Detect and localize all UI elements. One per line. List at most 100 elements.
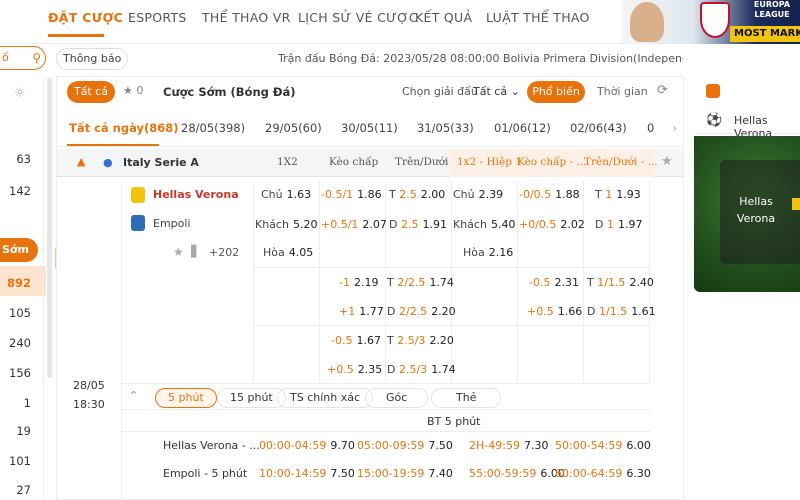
odds-away-handicap-h1[interactable]: +0/0.5 2.02 <box>519 218 585 231</box>
league-header[interactable]: ▲ ● Italy Serie A 1X2 Kèo chấp Trên/Dưới… <box>57 149 683 177</box>
odds-alt-handicap[interactable]: +1 1.77 <box>339 305 384 318</box>
odds-home-1x2-h1[interactable]: Chủ 2.39 <box>453 188 503 201</box>
sport-count-selected[interactable]: 892 <box>7 276 31 290</box>
grid-line <box>319 181 320 383</box>
preview-header <box>694 80 800 102</box>
sport-count[interactable]: 1 <box>24 396 31 410</box>
odds-draw-1x2[interactable]: Hòa 4.05 <box>263 246 313 259</box>
refresh-icon[interactable]: ⟳ <box>657 83 668 98</box>
odds-alt-handicap-h1[interactable]: -0.5 2.31 <box>529 276 579 289</box>
match-preview-panel: ⚽ Hellas Verona Hellas Verona <box>694 76 800 500</box>
odds-label: +1 <box>339 305 356 318</box>
odds-away-1x2-h1[interactable]: Khách 5.40 <box>453 218 515 231</box>
odds-line: 1 <box>606 218 614 231</box>
preview-match-row[interactable]: ⚽ Hellas Verona <box>694 108 800 140</box>
sort-time-button[interactable]: Thời gian <box>597 85 648 98</box>
odds-alt-over[interactable]: T 2/2.5 1.74 <box>387 276 454 289</box>
five-min-row-name: Hellas Verona - ... <box>163 439 260 452</box>
settings-gear-icon[interactable]: ☼ <box>14 86 26 101</box>
odds-home-handicap[interactable]: -0.5/1 1.86 <box>321 188 382 201</box>
nav-lich-su-ve-cuoc[interactable]: LỊCH SỬ VÉ CƯỢC <box>298 10 418 25</box>
date-tab[interactable]: 0 <box>647 121 654 135</box>
odds-alt-over[interactable]: T 2.5/3 2.20 <box>387 334 454 347</box>
nav-the-thao-vr[interactable]: THỂ THAO VR <box>202 10 291 25</box>
notice-label[interactable]: Thông báo <box>56 48 129 70</box>
league-select[interactable]: Tất cả ⌄ <box>473 85 520 98</box>
filter-bar: Tất cả ★ 0 Cược Sớm (Bóng Đá) Chọn giải … <box>57 77 683 107</box>
five-min-odds[interactable]: 55:00-59:59 6.00 <box>469 467 565 480</box>
nav-esports[interactable]: ESPORTS <box>128 10 187 25</box>
date-tab[interactable]: 01/06(12) <box>494 121 551 135</box>
filter-all-button[interactable]: Tất cả <box>67 81 115 103</box>
search-input[interactable]: ố ⚲ <box>0 46 46 70</box>
home-team-name[interactable]: Hellas Verona <box>153 188 239 201</box>
promo-banner[interactable]: EUROPA LEAGUE MOST MARK <box>622 0 800 44</box>
sport-count[interactable]: 105 <box>9 306 31 320</box>
odds-home-1x2[interactable]: Chủ 1.63 <box>261 188 311 201</box>
subtab-15-phut[interactable]: 15 phút <box>217 388 286 408</box>
sport-count[interactable]: 101 <box>9 454 31 468</box>
favorite-star-icon[interactable]: ★ <box>173 245 184 259</box>
sport-count[interactable]: 142 <box>9 184 31 198</box>
date-tab[interactable]: 31/05(33) <box>417 121 474 135</box>
date-tab-all[interactable]: Tất cả ngày(868) <box>69 121 179 135</box>
odds-value: 9.70 <box>330 439 355 452</box>
odds-away-handicap[interactable]: +0.5/1 2.07 <box>321 218 387 231</box>
search-icon[interactable]: ⚲ <box>32 51 41 65</box>
odds-over[interactable]: T 2.5 2.00 <box>389 188 445 201</box>
away-team-name[interactable]: Empoli <box>153 217 191 230</box>
nav-ket-qua[interactable]: KẾT QUẢ <box>415 10 472 25</box>
five-min-odds[interactable]: 2H-49:59 7.30 <box>469 439 548 452</box>
favorite-star-icon[interactable]: ★ <box>661 154 673 169</box>
five-min-odds[interactable]: 00:00-04:59 9.70 <box>259 439 355 452</box>
nav-luat-the-thao[interactable]: LUẬT THỂ THAO <box>486 10 590 25</box>
early-tab[interactable]: Sớm <box>0 238 38 262</box>
sport-count[interactable]: 240 <box>9 336 31 350</box>
grid-line <box>583 181 584 383</box>
odds-under[interactable]: D 2.5 1.91 <box>389 218 447 231</box>
date-tab[interactable]: 28/05(398) <box>181 121 245 135</box>
sport-count[interactable]: 156 <box>9 366 31 380</box>
odds-alt-under-h1[interactable]: D 1/1.5 1.61 <box>587 305 656 318</box>
odds-alt-under[interactable]: D 2.5/3 1.74 <box>387 363 456 376</box>
odds-home-handicap-h1[interactable]: -0/0.5 1.88 <box>519 188 580 201</box>
odds-alt-over-h1[interactable]: T 1/1.5 2.40 <box>587 276 654 289</box>
league-select-label[interactable]: Chọn giải đấu <box>402 85 478 98</box>
odds-under-h1[interactable]: D 1 1.97 <box>595 218 642 231</box>
odds-panel: Tất cả ★ 0 Cược Sớm (Bóng Đá) Chọn giải … <box>56 76 684 500</box>
left-scrollbar[interactable] <box>47 78 52 378</box>
chevron-up-icon[interactable]: ▲ <box>77 155 85 168</box>
five-min-odds[interactable]: 10:00-14:59 7.50 <box>259 467 355 480</box>
date-tab[interactable]: 30/05(11) <box>341 121 398 135</box>
odds-alt-handicap[interactable]: -1 2.19 <box>339 276 378 289</box>
chevron-right-icon[interactable]: › <box>672 121 677 135</box>
subtab-5-phut[interactable]: 5 phút <box>155 388 217 408</box>
chevron-up-icon[interactable]: ⌃ <box>129 389 138 402</box>
tv-icon[interactable] <box>706 84 720 98</box>
odds-alt-handicap[interactable]: -0.5 1.67 <box>331 334 381 347</box>
date-tab[interactable]: 02/06(43) <box>570 121 627 135</box>
sport-count[interactable]: 19 <box>16 424 31 438</box>
odds-over-h1[interactable]: T 1 1.93 <box>595 188 641 201</box>
five-min-odds[interactable]: 50:00-54:59 6.00 <box>555 439 651 452</box>
favorites-count[interactable]: ★ 0 <box>123 84 143 97</box>
odds-value: 5.20 <box>292 218 318 231</box>
nav-dat-cuoc[interactable]: ĐẶT CƯỢC <box>48 10 123 25</box>
odds-alt-handicap[interactable]: +0.5 2.35 <box>327 363 382 376</box>
stats-icon[interactable]: ▋ <box>191 245 199 258</box>
date-tab[interactable]: 29/05(60) <box>265 121 322 135</box>
sport-count[interactable]: 63 <box>16 152 31 166</box>
odds-alt-handicap-h1[interactable]: +0.5 1.66 <box>527 305 582 318</box>
sort-popular-button[interactable]: Phổ biến <box>527 81 585 103</box>
subtab-ts-chinh-xac[interactable]: TS chính xác <box>277 388 374 408</box>
more-markets-link[interactable]: +202 <box>209 246 239 259</box>
five-min-odds[interactable]: 15:00-19:59 7.40 <box>357 467 453 480</box>
odds-draw-1x2-h1[interactable]: Hòa 2.16 <box>463 246 513 259</box>
five-min-odds[interactable]: 05:00-09:59 7.50 <box>357 439 453 452</box>
five-min-odds[interactable]: 60:00-64:59 6.30 <box>555 467 651 480</box>
subtab-the[interactable]: Thẻ <box>431 388 502 408</box>
odds-alt-under[interactable]: D 2/2.5 2.20 <box>387 305 456 318</box>
sport-count[interactable]: 27 <box>16 483 31 497</box>
subtab-goc[interactable]: Góc <box>365 388 429 408</box>
odds-away-1x2[interactable]: Khách 5.20 <box>255 218 317 231</box>
